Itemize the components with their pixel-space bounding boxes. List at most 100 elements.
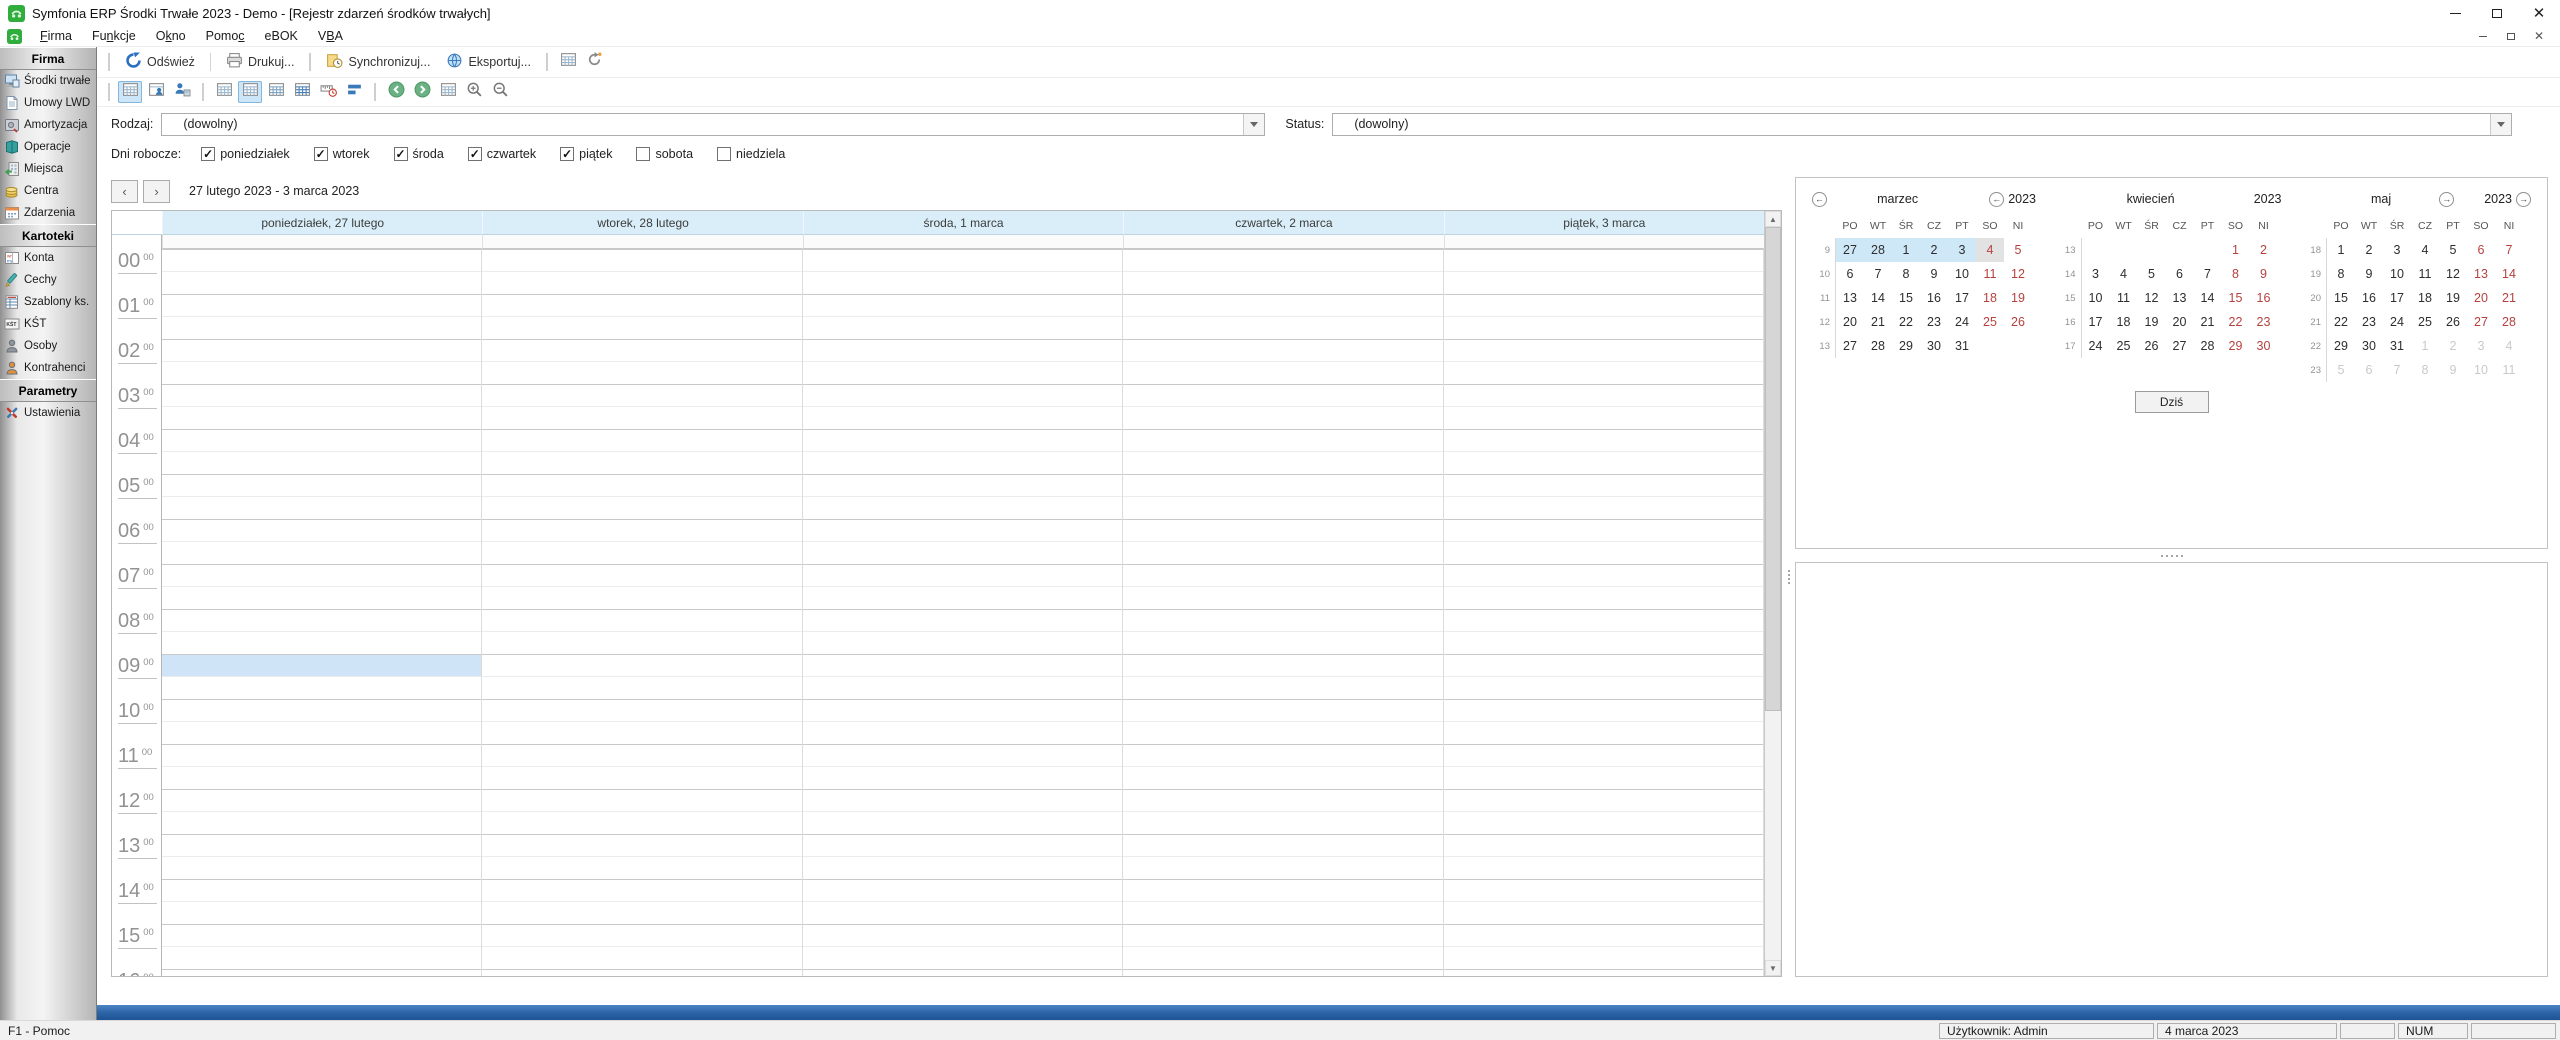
calendar-day[interactable]: 22	[1892, 310, 1920, 334]
maximize-button[interactable]	[2476, 0, 2518, 26]
menu-pomoc[interactable]: Pomoc	[196, 27, 255, 45]
calendar-day[interactable]: 29	[2327, 334, 2355, 358]
workday-niedziela[interactable]: niedziela	[717, 147, 785, 161]
calendar-day[interactable]: 6	[1836, 262, 1864, 286]
calendar-day[interactable]: 19	[2439, 286, 2467, 310]
calendar-day[interactable]: 11	[2495, 358, 2523, 382]
calendar-day[interactable]: 3	[2082, 262, 2110, 286]
calendar-day[interactable]: 18	[2411, 286, 2439, 310]
calendar-day-today[interactable]: 4	[1976, 238, 2004, 262]
calendar-day[interactable]: 29	[2222, 334, 2250, 358]
allday-cell-4[interactable]	[1444, 235, 1764, 249]
calendar-day[interactable]: 17	[2082, 310, 2110, 334]
sidebar-item-ustawienia[interactable]: Ustawienia	[0, 402, 96, 424]
sidebar-item-konta[interactable]: wnmaKonta	[0, 247, 96, 269]
sidebar-item-umowy-lwd[interactable]: Umowy LWD	[0, 92, 96, 114]
calendar-day[interactable]: 14	[2194, 286, 2222, 310]
calendar-day[interactable]: 7	[2383, 358, 2411, 382]
calendar-day[interactable]: 16	[2355, 286, 2383, 310]
calendar-grid-button[interactable]	[436, 81, 460, 103]
allday-cell-0[interactable]	[162, 235, 482, 249]
calendar-day[interactable]: 15	[2222, 286, 2250, 310]
calendar-day[interactable]: 17	[1948, 286, 1976, 310]
sync-button[interactable]: Synchronizuj...	[318, 49, 438, 75]
calendar-day[interactable]: 4	[2110, 262, 2138, 286]
calendar-day[interactable]: 5	[2327, 358, 2355, 382]
calendar-day[interactable]: 23	[2355, 310, 2383, 334]
view-calendar-person-button[interactable]	[144, 81, 168, 103]
calendar-day[interactable]: 30	[2250, 334, 2278, 358]
menu-okno[interactable]: Okno	[146, 27, 196, 45]
calendar-day[interactable]: 26	[2439, 310, 2467, 334]
mdi-restore-button[interactable]	[2500, 29, 2522, 44]
calendar-day[interactable]: 8	[1892, 262, 1920, 286]
checkbox-wtorek[interactable]: ✓	[314, 147, 328, 161]
workday-czwartek[interactable]: ✓czwartek	[468, 147, 536, 161]
sidebar-item-amortyzacja[interactable]: Amortyzacja	[0, 114, 96, 136]
calendar-day[interactable]: 24	[1948, 310, 1976, 334]
menu-firma[interactable]: Firma	[30, 27, 82, 45]
allday-cell-2[interactable]	[803, 235, 1123, 249]
export-button[interactable]: Eksportuj...	[438, 49, 539, 75]
calendar-day[interactable]: 18	[2110, 310, 2138, 334]
calendar-day[interactable]: 22	[2327, 310, 2355, 334]
status-dropdown[interactable]: (dowolny)	[1332, 113, 2512, 136]
prev-button[interactable]	[384, 81, 408, 103]
menu-vba[interactable]: VBA	[308, 27, 353, 45]
calendar-day[interactable]: 24	[2082, 334, 2110, 358]
calendar-day[interactable]: 3	[1948, 238, 1976, 262]
calendar-day[interactable]: 6	[2166, 262, 2194, 286]
calendar-day[interactable]: 5	[2004, 238, 2032, 262]
calendar-day[interactable]: 27	[1836, 238, 1864, 262]
calendar-day[interactable]: 5	[2439, 238, 2467, 262]
day-column-1[interactable]	[482, 249, 802, 976]
calendar-day[interactable]: 21	[1864, 310, 1892, 334]
next-month-icon[interactable]: →	[2439, 192, 2454, 207]
sidebar-item-środki-trwałe[interactable]: Środki trwałe	[0, 70, 96, 92]
calendar-day[interactable]: 9	[1920, 262, 1948, 286]
calendar-day[interactable]: 2	[2439, 334, 2467, 358]
calendar-day[interactable]: 16	[2250, 286, 2278, 310]
day-column-2[interactable]	[803, 249, 1123, 976]
calendar-day[interactable]: 13	[2467, 262, 2495, 286]
prev-week-button[interactable]: ‹	[111, 180, 138, 203]
calendar-day[interactable]: 14	[2495, 262, 2523, 286]
calendar-day[interactable]: 6	[2467, 238, 2495, 262]
calendar-day[interactable]: 6	[2355, 358, 2383, 382]
timescale-button[interactable]	[316, 81, 340, 103]
calendar-day[interactable]: 10	[1948, 262, 1976, 286]
calendar-day[interactable]: 7	[2495, 238, 2523, 262]
calendar-day[interactable]: 28	[1864, 334, 1892, 358]
mdi-close-button[interactable]: ✕	[2528, 29, 2550, 44]
calendar-day[interactable]: 4	[2411, 238, 2439, 262]
calendar-day[interactable]: 23	[1920, 310, 1948, 334]
calendar-day[interactable]: 10	[2467, 358, 2495, 382]
minimize-button[interactable]	[2434, 0, 2476, 26]
sidebar-item-szablony-ks-[interactable]: Szablony ks.	[0, 291, 96, 313]
mdi-minimize-button[interactable]	[2472, 29, 2494, 44]
calendar-day[interactable]: 25	[1976, 310, 2004, 334]
calendar-day[interactable]: 15	[2327, 286, 2355, 310]
close-button[interactable]: ✕	[2518, 0, 2560, 26]
calendar-day[interactable]: 20	[2166, 310, 2194, 334]
calendar-day[interactable]: 30	[2355, 334, 2383, 358]
calendar-day[interactable]: 12	[2138, 286, 2166, 310]
calendar-day[interactable]: 9	[2250, 262, 2278, 286]
view-grid-dense-button[interactable]	[290, 81, 314, 103]
calendar-day[interactable]: 5	[2138, 262, 2166, 286]
calendar-day[interactable]: 12	[2004, 262, 2032, 286]
allday-cell-1[interactable]	[482, 235, 802, 249]
calendar-day[interactable]: 20	[1836, 310, 1864, 334]
calendar-day[interactable]: 31	[1948, 334, 1976, 358]
workday-wtorek[interactable]: ✓wtorek	[314, 147, 370, 161]
checkbox-niedziela[interactable]	[717, 147, 731, 161]
calendar-day[interactable]: 7	[2194, 262, 2222, 286]
calendar-day[interactable]: 3	[2383, 238, 2411, 262]
calendar-day[interactable]: 28	[1864, 238, 1892, 262]
calendar-day[interactable]: 23	[2250, 310, 2278, 334]
calendar-day[interactable]: 27	[2467, 310, 2495, 334]
vertical-scrollbar[interactable]: ▲ ▼	[1764, 211, 1781, 976]
rodzaj-dropdown[interactable]: (dowolny)	[161, 113, 1265, 136]
calendar-day[interactable]: 1	[2222, 238, 2250, 262]
prev-year-icon[interactable]: ←	[1989, 192, 2004, 207]
